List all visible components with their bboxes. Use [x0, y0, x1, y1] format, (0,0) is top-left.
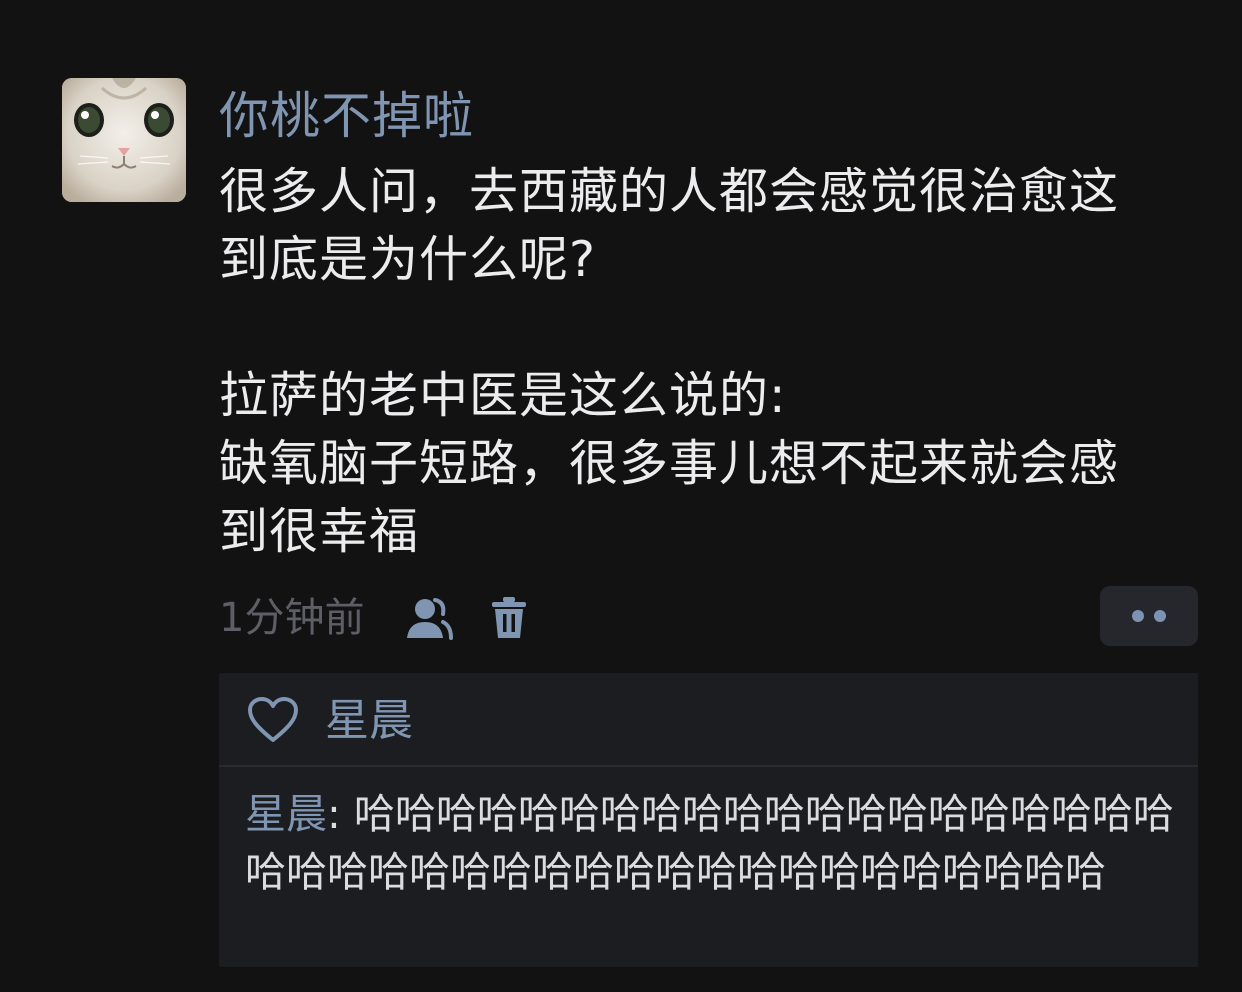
content-line: 到很幸福: [219, 503, 420, 560]
comments-panel: 星晨 星晨: 哈哈哈哈哈哈哈哈哈哈哈哈哈哈哈哈哈哈哈哈哈哈哈哈哈哈哈哈哈哈哈哈哈…: [219, 673, 1198, 967]
more-dots-icon: [1154, 610, 1166, 622]
moment-post: 你桃不掉啦 很多人问，去西藏的人都会感觉很治愈这 到底是为什么呢? 拉萨的老中医…: [0, 0, 1242, 992]
reply-text: 哈哈哈哈哈哈哈哈哈哈哈哈哈哈哈哈哈哈哈哈哈哈哈哈哈哈哈哈哈哈哈哈哈哈哈哈哈哈哈哈…: [245, 790, 1174, 896]
post-meta-row: 1分钟前: [219, 586, 1199, 646]
more-button[interactable]: [1100, 586, 1198, 646]
heart-outline-icon: [248, 697, 298, 742]
reply-author[interactable]: 星晨: [245, 790, 327, 838]
cat-avatar-icon: [62, 78, 186, 202]
likes-row: 星晨: [219, 673, 1198, 767]
trash-icon[interactable]: [491, 596, 527, 640]
comment-reply[interactable]: 星晨: 哈哈哈哈哈哈哈哈哈哈哈哈哈哈哈哈哈哈哈哈哈哈哈哈哈哈哈哈哈哈哈哈哈哈哈哈…: [245, 785, 1190, 901]
post-username[interactable]: 你桃不掉啦: [219, 84, 474, 148]
friends-visibility-icon[interactable]: [405, 596, 453, 640]
content-line: 到底是为什么呢?: [219, 231, 597, 288]
content-line: 缺氧脑子短路，很多事儿想不起来就会感: [219, 435, 1120, 492]
avatar[interactable]: [62, 78, 186, 202]
post-content: 很多人问，去西藏的人都会感觉很治愈这 到底是为什么呢? 拉萨的老中医是这么说的:…: [219, 158, 1209, 566]
post-timestamp: 1分钟前: [219, 595, 365, 641]
liker-name[interactable]: 星晨: [325, 693, 413, 749]
reply-separator: :: [327, 790, 354, 838]
more-dots-icon: [1132, 610, 1144, 622]
content-line: 拉萨的老中医是这么说的:: [219, 367, 787, 424]
content-line: 很多人问，去西藏的人都会感觉很治愈这: [219, 163, 1120, 220]
